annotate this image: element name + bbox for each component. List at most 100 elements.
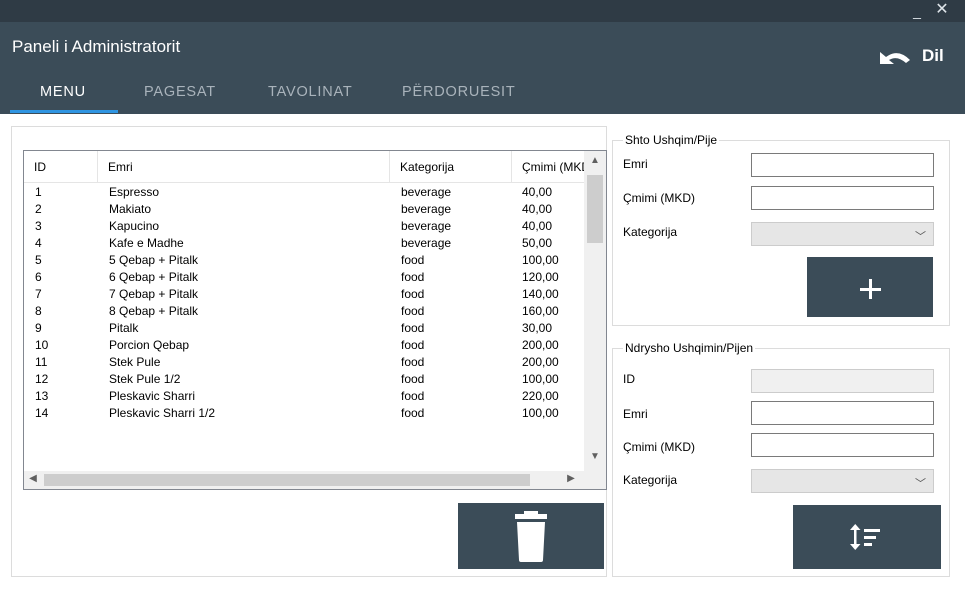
- scroll-up-icon[interactable]: ▲: [584, 155, 606, 166]
- cell-emri: 7 Qebap + Pitalk: [109, 287, 199, 301]
- table-row[interactable]: 10 Porcion Qebap food 200,00: [24, 337, 584, 354]
- cell-id: 4: [35, 236, 42, 250]
- add-button[interactable]: [807, 257, 933, 317]
- add-group-title: Shto Ushqim/Pije: [623, 133, 720, 147]
- plus-icon: [860, 279, 881, 299]
- cell-emri: Stek Pule: [109, 355, 161, 369]
- edit-id-label: ID: [623, 372, 635, 386]
- cell-emri: 8 Qebap + Pitalk: [109, 304, 199, 318]
- cell-kategorija: beverage: [401, 219, 452, 233]
- table-row[interactable]: 5 5 Qebap + Pitalk food 100,00: [24, 252, 584, 269]
- language-button[interactable]: Dil: [876, 44, 956, 70]
- table-row[interactable]: 7 7 Qebap + Pitalk food 140,00: [24, 286, 584, 303]
- cell-cmimi: 100,00: [522, 406, 559, 420]
- table-row[interactable]: 12 Stek Pule 1/2 food 100,00: [24, 371, 584, 388]
- add-name-label: Emri: [623, 157, 648, 171]
- cell-cmimi: 100,00: [522, 372, 559, 386]
- language-label: Dil: [922, 46, 944, 65]
- table-row[interactable]: 9 Pitalk food 30,00: [24, 320, 584, 337]
- table-row[interactable]: 2 Makiato beverage 40,00: [24, 201, 584, 218]
- tab-pagesat[interactable]: PAGESAT: [144, 84, 216, 108]
- update-button[interactable]: [793, 505, 941, 569]
- edit-price-label: Çmimi (MKD): [623, 440, 695, 454]
- close-button[interactable]: ✕: [931, 0, 953, 22]
- table-row[interactable]: 13 Pleskavic Sharri food 220,00: [24, 388, 584, 405]
- tab-tavolinat[interactable]: TAVOLINAT: [268, 84, 353, 108]
- edit-category-select[interactable]: ﹀: [751, 469, 934, 493]
- cell-kategorija: beverage: [401, 236, 452, 250]
- column-header-kategorija[interactable]: Kategorija: [390, 151, 512, 183]
- cell-emri: Pleskavic Sharri: [109, 389, 196, 403]
- add-category-select[interactable]: ﹀: [751, 222, 934, 246]
- edit-name-input[interactable]: [751, 401, 934, 425]
- table-row[interactable]: 3 Kapucino beverage 40,00: [24, 218, 584, 235]
- scroll-down-icon[interactable]: ▼: [584, 451, 606, 462]
- cell-id: 12: [35, 372, 49, 386]
- horizontal-scroll-thumb[interactable]: [44, 474, 530, 486]
- cell-kategorija: food: [401, 406, 425, 420]
- cell-id: 6: [35, 270, 42, 284]
- cell-emri: 5 Qebap + Pitalk: [109, 253, 199, 267]
- table-row[interactable]: 1 Espresso beverage 40,00: [24, 184, 584, 201]
- column-header-emri[interactable]: Emri: [98, 151, 390, 183]
- cell-kategorija: food: [401, 355, 425, 369]
- cell-cmimi: 40,00: [522, 219, 553, 233]
- cell-kategorija: food: [401, 321, 425, 335]
- cell-id: 8: [35, 304, 42, 318]
- active-tab-indicator: [10, 110, 118, 113]
- edit-id-input: [751, 369, 934, 393]
- edit-price-input[interactable]: [751, 433, 934, 457]
- column-header-id[interactable]: ID: [24, 151, 98, 183]
- tab-perdoruesit[interactable]: PËRDORUESIT: [402, 84, 516, 108]
- cell-emri: Makiato: [109, 202, 152, 216]
- cell-cmimi: 40,00: [522, 185, 553, 199]
- cell-id: 13: [35, 389, 49, 403]
- app-header: Paneli i Administratorit Dil MENU PAGESA…: [0, 22, 965, 114]
- scroll-right-icon[interactable]: ▶: [562, 473, 580, 484]
- scroll-left-icon[interactable]: ◀: [24, 473, 42, 484]
- tab-menu[interactable]: MENU: [40, 84, 86, 108]
- cell-emri: Espresso: [109, 185, 160, 199]
- table-row[interactable]: 8 8 Qebap + Pitalk food 160,00: [24, 303, 584, 320]
- vertical-scrollbar[interactable]: ▲ ▼: [584, 151, 606, 471]
- cell-emri: Kapucino: [109, 219, 160, 233]
- undo-arrow-icon: [880, 52, 910, 64]
- cell-id: 9: [35, 321, 42, 335]
- cell-kategorija: food: [401, 270, 425, 284]
- cell-id: 7: [35, 287, 42, 301]
- cell-cmimi: 200,00: [522, 355, 559, 369]
- table-row[interactable]: 4 Kafe e Madhe beverage 50,00: [24, 235, 584, 252]
- edit-item-group: Ndrysho Ushqimin/Pijen ID Emri Çmimi (MK…: [612, 341, 950, 577]
- page-title: Paneli i Administratorit: [12, 37, 181, 56]
- minimize-button[interactable]: _: [906, 0, 928, 22]
- cell-kategorija: food: [401, 372, 425, 386]
- cell-id: 14: [35, 406, 49, 420]
- menu-table[interactable]: ID Emri Kategorija Çmimi (MKD) 1 Espresso…: [23, 150, 607, 490]
- add-category-label: Kategorija: [623, 225, 678, 239]
- delete-button[interactable]: [458, 503, 604, 569]
- cell-cmimi: 50,00: [522, 236, 553, 250]
- cell-kategorija: food: [401, 287, 425, 301]
- cell-kategorija: food: [401, 304, 425, 318]
- cell-cmimi: 40,00: [522, 202, 553, 216]
- cell-emri: 6 Qebap + Pitalk: [109, 270, 199, 284]
- column-header-cmimi[interactable]: Çmimi (MKD): [512, 151, 584, 183]
- table-row[interactable]: 14 Pleskavic Sharri 1/2 food 100,00: [24, 405, 584, 422]
- cell-cmimi: 220,00: [522, 389, 559, 403]
- cell-id: 11: [35, 355, 48, 369]
- cell-kategorija: food: [401, 253, 425, 267]
- cell-emri: Stek Pule 1/2: [109, 372, 181, 386]
- table-row[interactable]: 11 Stek Pule food 200,00: [24, 354, 584, 371]
- cell-id: 3: [35, 219, 42, 233]
- cell-kategorija: food: [401, 338, 425, 352]
- add-name-input[interactable]: [751, 153, 934, 177]
- cell-kategorija: food: [401, 389, 425, 403]
- sort-update-icon: [850, 524, 880, 550]
- add-price-input[interactable]: [751, 186, 934, 210]
- table-row[interactable]: 6 6 Qebap + Pitalk food 120,00: [24, 269, 584, 286]
- vertical-scroll-thumb[interactable]: [587, 175, 603, 243]
- cell-id: 10: [35, 338, 49, 352]
- cell-id: 5: [35, 253, 42, 267]
- horizontal-scrollbar[interactable]: ◀ ▶: [24, 471, 584, 489]
- cell-emri: Kafe e Madhe: [109, 236, 184, 250]
